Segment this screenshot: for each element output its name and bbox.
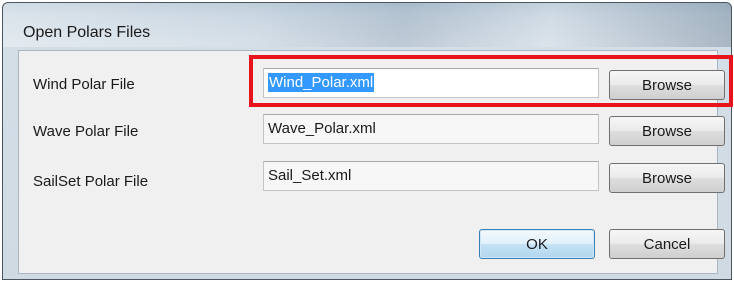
window-title: Open Polars Files bbox=[23, 24, 151, 41]
wave-polar-value: Wave_Polar.xml bbox=[268, 120, 376, 137]
sailset-polar-value: Sail_Set.xml bbox=[268, 167, 352, 184]
sailset-polar-label: SailSet Polar File bbox=[33, 173, 149, 190]
ok-button[interactable]: OK bbox=[479, 229, 595, 259]
wind-polar-browse-button[interactable]: Browse bbox=[609, 70, 725, 100]
cancel-button[interactable]: Cancel bbox=[609, 229, 725, 259]
wave-polar-label: Wave Polar File bbox=[33, 123, 139, 140]
wind-polar-label: Wind Polar File bbox=[33, 76, 135, 93]
wind-polar-field[interactable]: Wind_Polar.xml bbox=[263, 68, 599, 98]
wave-polar-browse-button[interactable]: Browse bbox=[609, 116, 725, 146]
title-bar[interactable]: Open Polars Files bbox=[3, 3, 731, 47]
sailset-polar-browse-button[interactable]: Browse bbox=[609, 163, 725, 193]
dialog-body: Wind Polar File Wind_Polar.xml Browse Wa… bbox=[18, 50, 725, 274]
sailset-polar-field[interactable]: Sail_Set.xml bbox=[263, 161, 599, 191]
wind-polar-value: Wind_Polar.xml bbox=[268, 73, 375, 92]
open-polars-dialog: Open Polars Files Wind Polar File Wind_P… bbox=[2, 2, 732, 280]
wave-polar-field[interactable]: Wave_Polar.xml bbox=[263, 114, 599, 144]
